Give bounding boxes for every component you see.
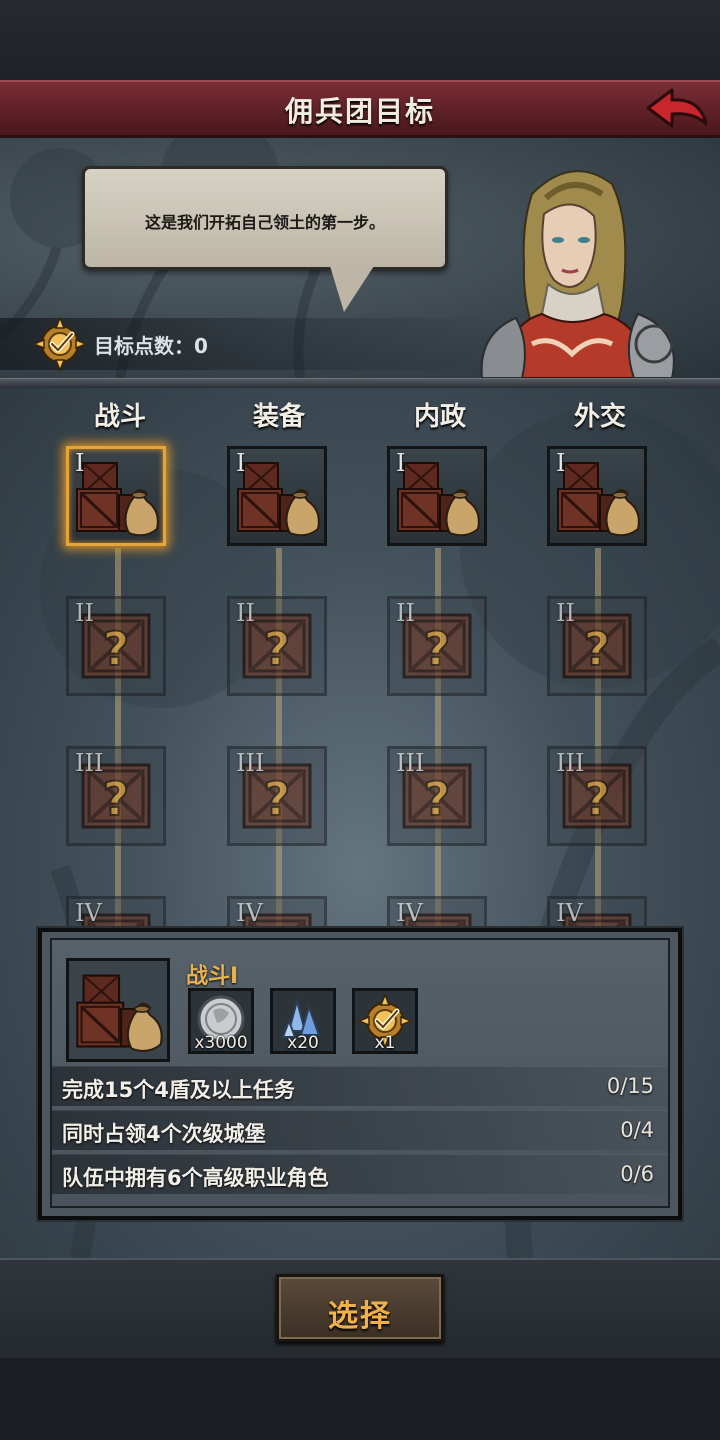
section-divider — [0, 378, 720, 388]
task-progress: 0/6 — [620, 1162, 654, 1186]
crates-sack-icon — [75, 974, 164, 1053]
task-text: 队伍中拥有6个高级职业角色 — [62, 1166, 329, 1190]
speech-bubble-tail — [330, 266, 374, 312]
goal-tile-equipment-2[interactable]: II — [227, 596, 327, 696]
goal-detail-icon-frame — [66, 958, 170, 1062]
tier-numeral: I — [396, 449, 406, 477]
tier-numeral: IV — [236, 899, 263, 927]
tier-numeral: I — [236, 449, 246, 477]
reward-crystal[interactable]: x20 — [270, 988, 336, 1054]
reward-target-badge[interactable]: x1 — [352, 988, 418, 1054]
task-row: 完成15个4盾及以上任务 0/15 — [52, 1066, 668, 1106]
reward-quantity: x20 — [287, 1033, 319, 1053]
task-text: 完成15个4盾及以上任务 — [62, 1078, 295, 1102]
tier-numeral: II — [236, 599, 255, 627]
select-button[interactable]: 选择 — [276, 1274, 444, 1342]
tier-numeral: II — [75, 599, 94, 627]
task-text: 同时占领4个次级城堡 — [62, 1122, 266, 1146]
column-title-equipment: 装备 — [252, 402, 305, 432]
column-title-diplomacy: 外交 — [573, 402, 626, 432]
column-title-combat: 战斗 — [93, 402, 146, 432]
dialogue-text: 这是我们开拓自己领土的第一步。 — [144, 213, 385, 232]
goal-tile-diplomacy-3[interactable]: III — [547, 746, 647, 846]
goal-tile-combat-2[interactable]: II — [66, 596, 166, 696]
task-progress: 0/4 — [620, 1118, 654, 1142]
goal-tile-equipment-1[interactable]: I — [227, 446, 327, 546]
tier-numeral: IV — [396, 899, 423, 927]
select-button-label: 选择 — [328, 1299, 392, 1334]
goal-tile-diplomacy-2[interactable]: II — [547, 596, 647, 696]
tier-numeral: I — [556, 449, 566, 477]
column-title-internal: 内政 — [413, 402, 466, 432]
target-points-label: 目标点数：0 — [94, 334, 208, 358]
task-progress: 0/15 — [606, 1074, 654, 1098]
speech-bubble: 这是我们开拓自己领土的第一步。 — [82, 166, 448, 270]
tier-numeral: I — [75, 449, 85, 477]
tier-numeral: III — [396, 749, 425, 777]
footer-bar — [0, 1358, 720, 1440]
page-title: 佣兵团目标 — [284, 95, 435, 128]
header-banner: 佣兵团目标 — [0, 80, 720, 138]
tier-numeral: II — [556, 599, 575, 627]
target-badge-icon — [30, 314, 90, 374]
reward-silver[interactable]: x3000 — [188, 988, 254, 1054]
tier-numeral: III — [556, 749, 585, 777]
tier-numeral: IV — [75, 899, 102, 927]
task-row: 队伍中拥有6个高级职业角色 0/6 — [52, 1154, 668, 1194]
points-bar — [0, 318, 500, 370]
back-arrow-icon[interactable] — [642, 84, 710, 136]
task-row: 同时占领4个次级城堡 0/4 — [52, 1110, 668, 1150]
reward-quantity: x3000 — [194, 1033, 248, 1053]
goal-tile-combat-1[interactable]: I — [66, 446, 166, 546]
goal-tile-combat-3[interactable]: III — [66, 746, 166, 846]
goal-tile-internal-3[interactable]: III — [387, 746, 487, 846]
goal-detail-title: 战斗I — [186, 964, 239, 989]
tier-numeral: III — [236, 749, 265, 777]
goal-tile-internal-2[interactable]: II — [387, 596, 487, 696]
tier-numeral: II — [396, 599, 415, 627]
top-bar — [0, 0, 720, 80]
goal-tile-diplomacy-1[interactable]: I — [547, 446, 647, 546]
goal-tile-internal-1[interactable]: I — [387, 446, 487, 546]
tier-numeral: III — [75, 749, 104, 777]
reward-quantity: x1 — [374, 1033, 396, 1053]
tier-numeral: IV — [556, 899, 583, 927]
goal-tile-equipment-3[interactable]: III — [227, 746, 327, 846]
